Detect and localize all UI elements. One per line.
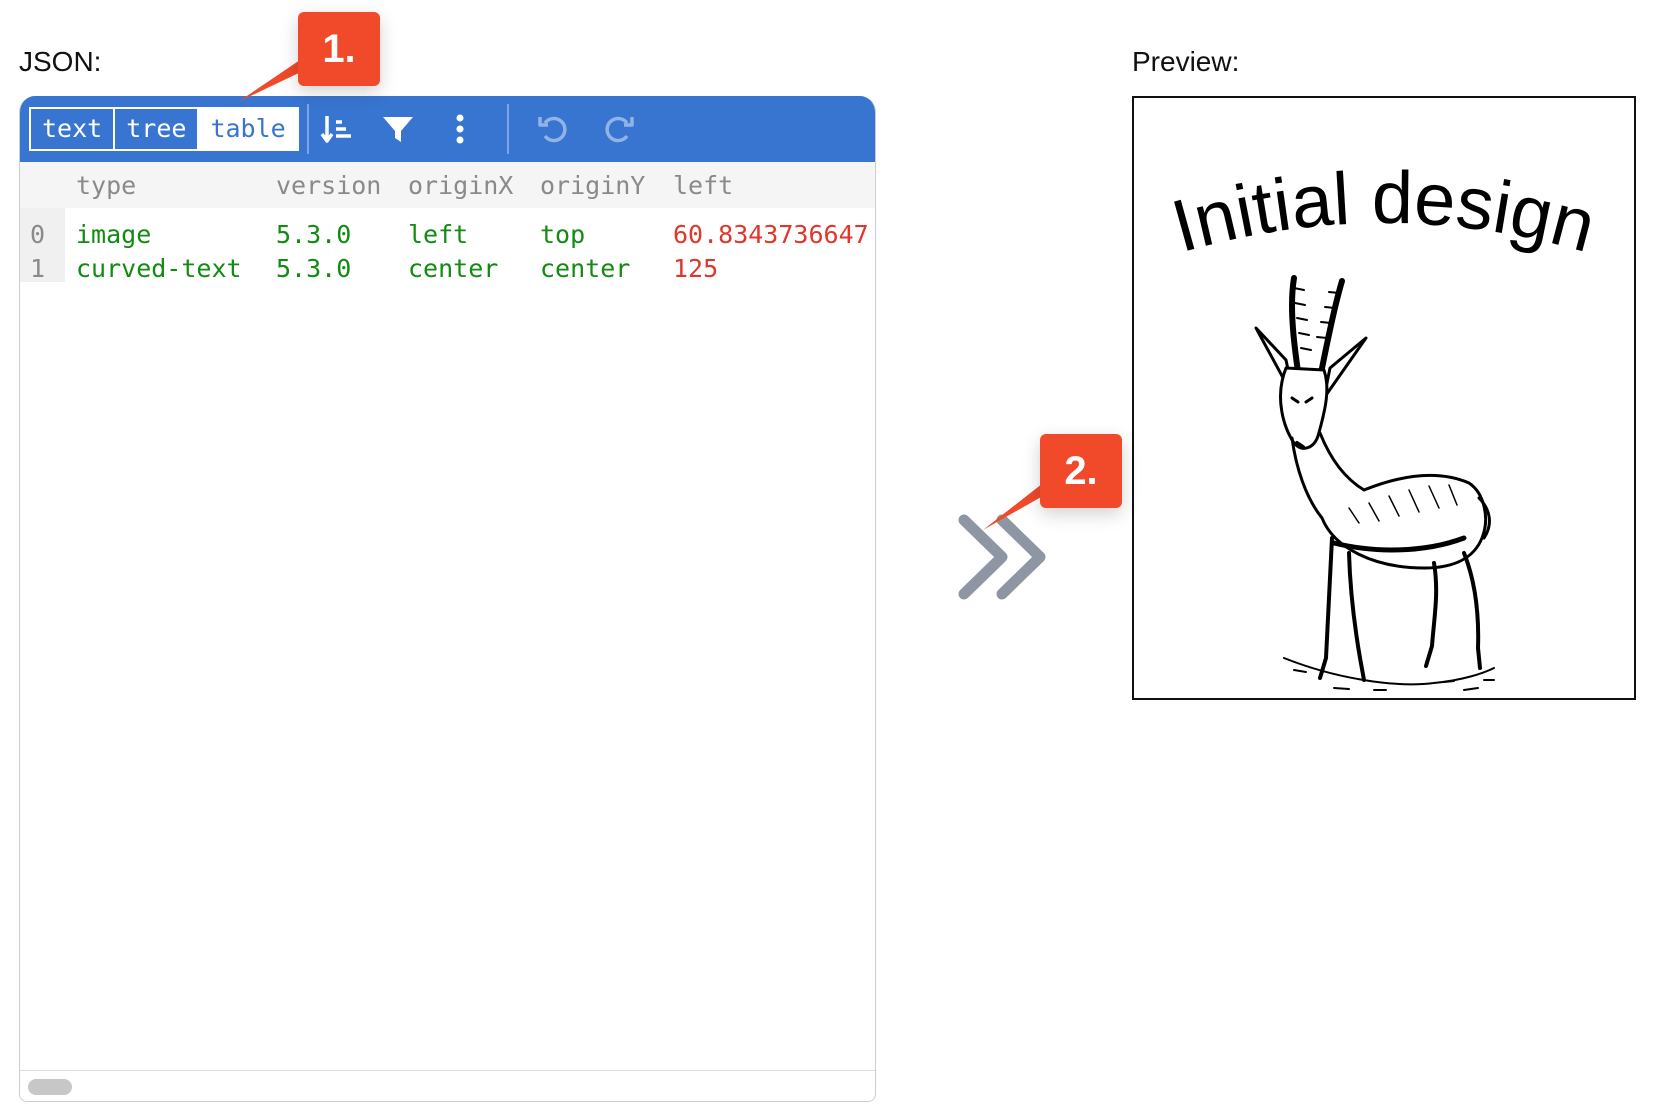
cell-version[interactable]: 5.3.0 <box>276 254 351 283</box>
cell-version[interactable]: 5.3.0 <box>276 220 351 249</box>
mode-text-button[interactable]: text <box>31 109 113 149</box>
row-index: 1 <box>30 254 46 283</box>
mode-table-button[interactable]: table <box>197 109 297 149</box>
redo-icon[interactable] <box>598 109 638 149</box>
callout-badge-1: 1. <box>298 12 380 86</box>
cell-originy[interactable]: top <box>540 220 585 249</box>
column-header-originx[interactable]: originX <box>408 171 513 200</box>
preview-canvas: Initial design <box>1132 96 1636 700</box>
mode-switcher: text tree table <box>29 107 299 151</box>
filter-icon[interactable] <box>378 109 418 149</box>
callout-badge-2: 2. <box>1040 434 1122 508</box>
editor-toolbar: text tree table <box>20 96 875 162</box>
mode-tree-button[interactable]: tree <box>113 109 197 149</box>
cell-originx[interactable]: center <box>408 254 498 283</box>
toolbar-divider-2 <box>507 104 509 154</box>
scrollbar-thumb[interactable] <box>28 1079 72 1095</box>
cell-left[interactable]: 125 <box>673 254 718 283</box>
undo-icon[interactable] <box>534 109 574 149</box>
cell-left[interactable]: 60.8343736647 <box>673 220 869 249</box>
cell-originy[interactable]: center <box>540 254 630 283</box>
cell-originx[interactable]: left <box>408 220 468 249</box>
gazelle-illustration <box>1254 275 1495 691</box>
column-header-left[interactable]: left <box>673 171 733 200</box>
cell-type[interactable]: image <box>76 220 151 249</box>
preview-label: Preview: <box>1132 46 1240 77</box>
curved-title-text: Initial design <box>1163 156 1604 268</box>
toolbar-divider <box>307 104 309 154</box>
sort-icon[interactable] <box>317 109 357 149</box>
column-header-type[interactable]: type <box>76 171 136 200</box>
row-index: 0 <box>30 220 46 249</box>
horizontal-scrollbar[interactable] <box>20 1070 875 1101</box>
table-header: type version originX originY left <box>20 162 875 208</box>
json-label: JSON: <box>19 46 102 77</box>
cell-type[interactable]: curved-text <box>76 254 242 283</box>
column-header-originy[interactable]: originY <box>540 171 645 200</box>
more-options-icon[interactable] <box>440 109 480 149</box>
json-editor: text tree table type version originX ori… <box>19 96 876 1102</box>
json-table: type version originX originY left 0 imag… <box>20 162 875 1071</box>
column-header-version[interactable]: version <box>276 171 381 200</box>
